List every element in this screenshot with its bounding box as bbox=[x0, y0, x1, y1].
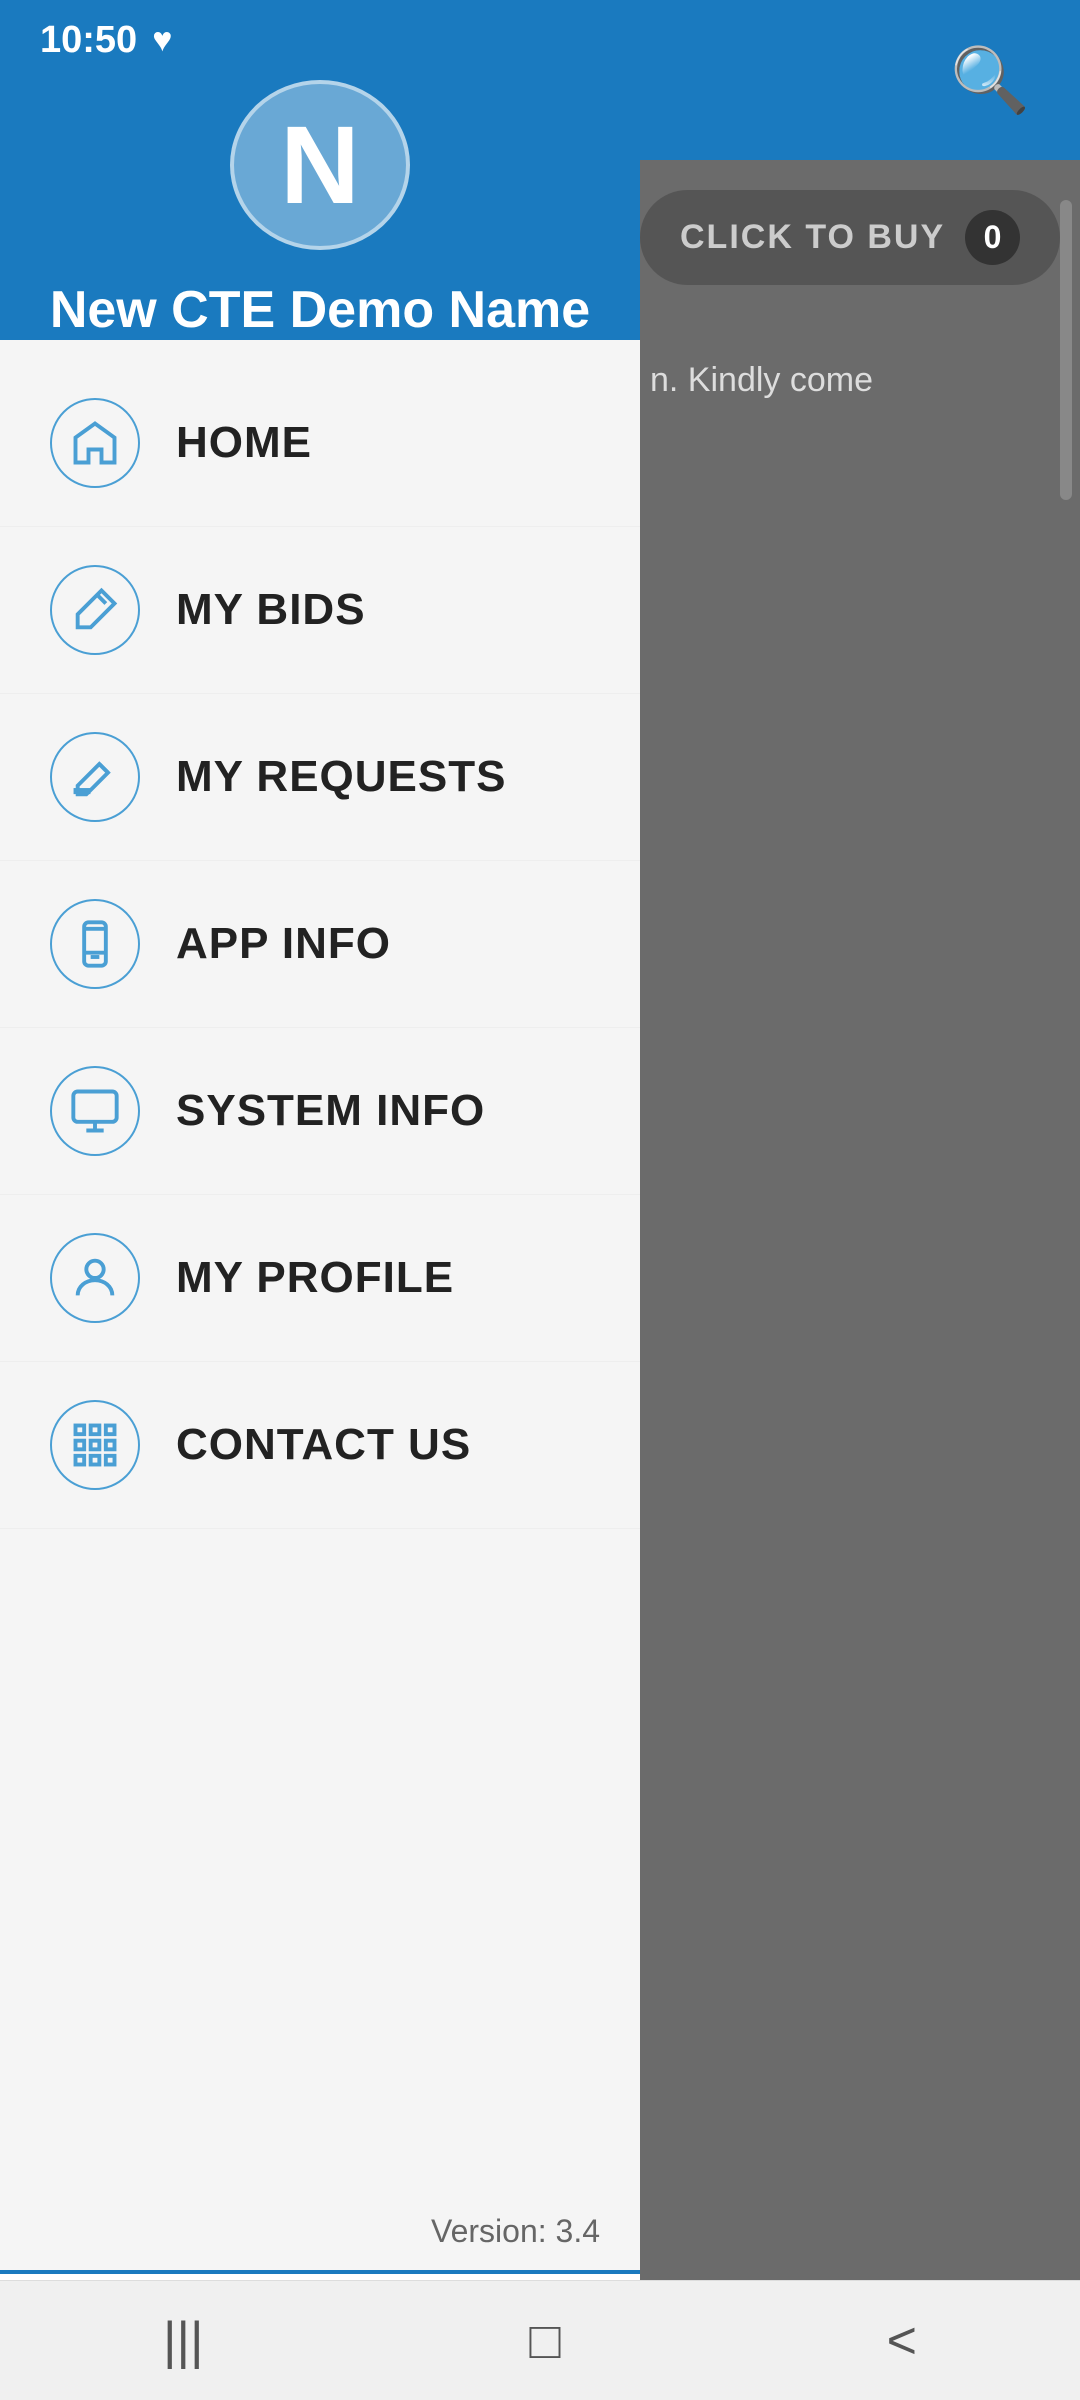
app-info-icon-circle bbox=[50, 899, 140, 989]
version-text: Version: 3.4 bbox=[0, 2193, 640, 2270]
sidebar-item-system-info[interactable]: SYSTEM INFO bbox=[0, 1028, 640, 1195]
requests-icon-circle bbox=[50, 732, 140, 822]
drawer: 10:50 ♥ N New CTE Demo Name HOME bbox=[0, 0, 640, 2400]
heart-icon: ♥ bbox=[152, 21, 172, 60]
grid-icon bbox=[69, 1419, 121, 1471]
contact-us-label: CONTACT US bbox=[176, 1420, 471, 1470]
home-icon-circle bbox=[50, 398, 140, 488]
contact-icon-circle bbox=[50, 1400, 140, 1490]
nav-menu-button[interactable]: ||| bbox=[143, 2291, 224, 2391]
pencil-icon bbox=[69, 751, 121, 803]
my-bids-label: MY BIDS bbox=[176, 585, 366, 635]
sidebar-item-app-info[interactable]: APP INFO bbox=[0, 861, 640, 1028]
sidebar-item-contact-us[interactable]: CONTACT US bbox=[0, 1362, 640, 1529]
avatar-letter: N bbox=[280, 102, 359, 229]
monitor-icon bbox=[69, 1085, 121, 1137]
status-time-group: 10:50 ♥ bbox=[40, 19, 172, 62]
background-panel: 🔍 CLICK TO BUY 0 n. Kindly come bbox=[620, 0, 1080, 2400]
system-info-label: SYSTEM INFO bbox=[176, 1086, 485, 1136]
username-label: New CTE Demo Name bbox=[50, 280, 590, 340]
my-profile-label: MY PROFILE bbox=[176, 1253, 454, 1303]
app-info-label: APP INFO bbox=[176, 919, 391, 969]
right-panel-body-text: n. Kindly come bbox=[620, 315, 1080, 446]
home-icon bbox=[69, 417, 121, 469]
right-panel-header: 🔍 bbox=[620, 0, 1080, 160]
time-display: 10:50 bbox=[40, 19, 137, 62]
drawer-menu: HOME MY BIDS MY REQUESTS bbox=[0, 340, 640, 2193]
my-requests-label: MY REQUESTS bbox=[176, 752, 506, 802]
cart-badge: 0 bbox=[965, 210, 1020, 265]
nav-home-button[interactable]: □ bbox=[509, 2291, 580, 2391]
profile-icon-circle bbox=[50, 1233, 140, 1323]
avatar: N bbox=[230, 80, 410, 250]
sidebar-item-my-requests[interactable]: MY REQUESTS bbox=[0, 694, 640, 861]
phone-icon bbox=[69, 918, 121, 970]
sidebar-item-home[interactable]: HOME bbox=[0, 360, 640, 527]
person-icon bbox=[69, 1252, 121, 1304]
bottom-nav: ||| □ < bbox=[0, 2280, 1080, 2400]
hammer-icon bbox=[69, 584, 121, 636]
status-bar: 10:50 ♥ bbox=[0, 0, 640, 80]
search-icon[interactable]: 🔍 bbox=[950, 43, 1030, 118]
system-info-icon-circle bbox=[50, 1066, 140, 1156]
scrollbar[interactable] bbox=[1060, 200, 1072, 500]
home-label: HOME bbox=[176, 418, 312, 468]
click-to-buy-button[interactable]: CLICK TO BUY 0 bbox=[640, 190, 1060, 285]
nav-back-button[interactable]: < bbox=[867, 2291, 937, 2391]
bids-icon-circle bbox=[50, 565, 140, 655]
sidebar-item-my-profile[interactable]: MY PROFILE bbox=[0, 1195, 640, 1362]
sidebar-item-my-bids[interactable]: MY BIDS bbox=[0, 527, 640, 694]
click-to-buy-label: CLICK TO BUY bbox=[680, 218, 945, 257]
